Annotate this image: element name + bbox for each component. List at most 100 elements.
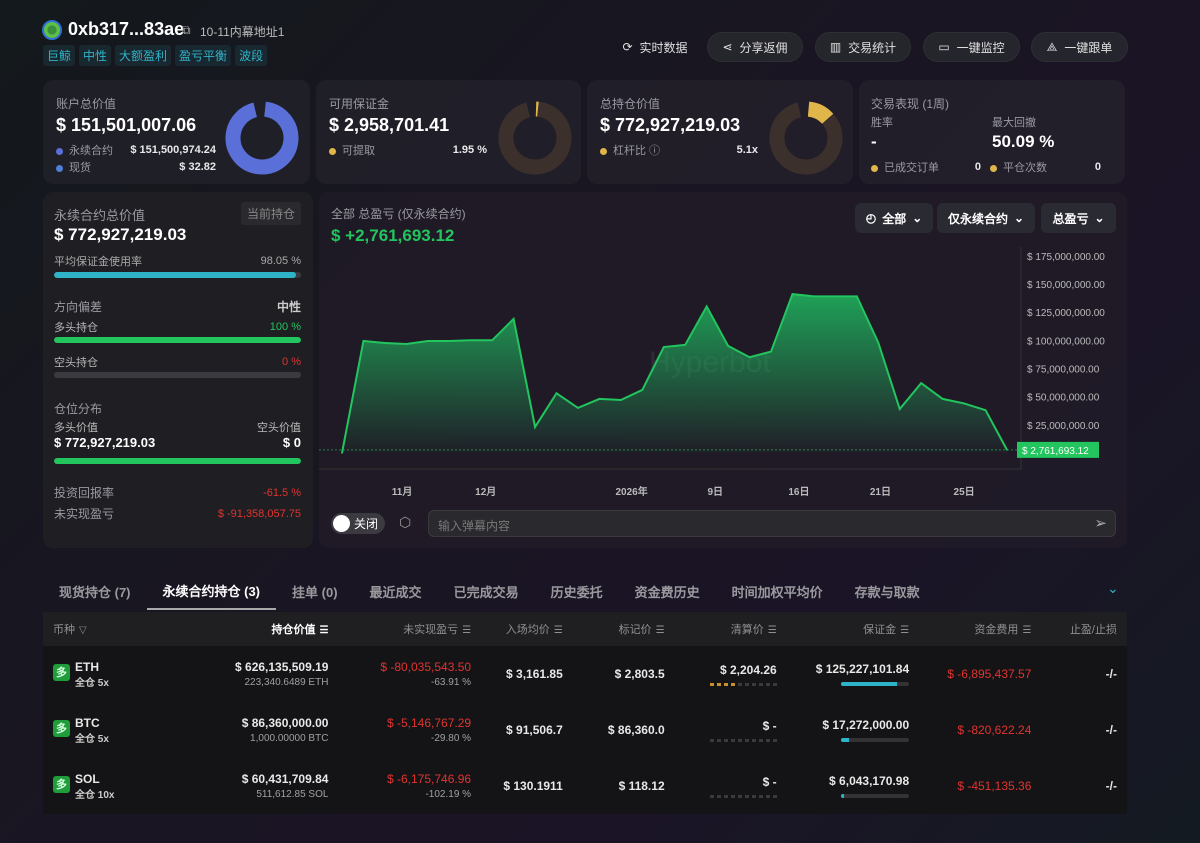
data-point <box>813 295 815 298</box>
x-tick-label: 11月 <box>392 486 413 498</box>
realtime-data-button[interactable]: ⟳ 实时数据 <box>612 32 698 62</box>
monitor-icon: ▭ <box>938 40 950 54</box>
tab-5[interactable]: 历史委托 <box>535 572 619 610</box>
coin-symbol[interactable]: SOL <box>75 772 114 786</box>
toggle-knob <box>333 515 350 532</box>
max-drawdown-value: 50.09 % <box>992 132 1055 151</box>
copy-icon[interactable]: ⧉ <box>182 23 191 38</box>
short-value-label: 空头价值 <box>257 422 301 434</box>
tab-8[interactable]: 存款与取款 <box>839 572 936 610</box>
tab-4[interactable]: 已完成交易 <box>438 572 535 610</box>
column-header[interactable]: 止盈/止损 <box>1041 612 1127 646</box>
monitor-button[interactable]: ▭ 一键监控 <box>923 32 1020 62</box>
donut-segment-perp <box>225 101 299 175</box>
column-header[interactable]: 清算价 ☰ <box>675 612 787 646</box>
filled-orders-label: 已成交订单 <box>884 162 939 174</box>
table-row[interactable]: 多 BTC 全仓 5x $ 86,360,000.00 1,000.00000 BTC… <box>43 702 1127 758</box>
withdrawable-pct: 1.95 % <box>452 144 487 156</box>
column-header[interactable]: 未实现盈亏 ☰ <box>338 612 481 646</box>
short-position-bar <box>54 372 301 378</box>
tab-6[interactable]: 资金费历史 <box>619 572 716 610</box>
liquidation-price: $ - <box>762 718 777 733</box>
chart-icon: ▥ <box>829 40 842 54</box>
tab-3[interactable]: 最近成交 <box>354 572 438 610</box>
sort-icon[interactable]: ☰ <box>319 625 328 636</box>
pnl-area <box>342 294 1007 453</box>
column-header[interactable]: 持仓价值 ☰ <box>216 612 338 646</box>
funding-fee: $ -820,622.24 <box>957 723 1032 737</box>
send-icon[interactable]: ➢ <box>1094 514 1107 532</box>
data-point <box>341 452 343 454</box>
tag[interactable]: 波段 <box>235 45 268 66</box>
long-position-label: 多头持仓 <box>54 322 98 334</box>
closed-count-value: 0 <box>1094 161 1101 173</box>
refresh-icon: ⟳ <box>622 40 633 54</box>
card-title: 可用保证金 <box>329 97 390 111</box>
winrate-label: 胜率 <box>871 117 893 129</box>
data-point <box>512 318 515 320</box>
account-donut-chart <box>225 101 299 175</box>
settings-icon[interactable]: ⬡ <box>399 514 411 531</box>
tag[interactable]: 大额盈利 <box>115 45 172 66</box>
spot-value: $ 32.82 <box>179 161 216 173</box>
column-header[interactable]: 保证金 ☰ <box>787 612 919 646</box>
tp-sl[interactable]: -/- <box>1041 702 1127 758</box>
sort-icon[interactable]: ☰ <box>554 625 563 636</box>
tab-0[interactable]: 现货持仓 (7) <box>43 572 147 610</box>
column-header[interactable]: 资金费用 ☰ <box>919 612 1041 646</box>
column-header-label: 标记价 <box>618 624 652 636</box>
table-row[interactable]: 多 ETH 全仓 5x $ 626,135,509.19 223,340.6489 E… <box>43 646 1127 702</box>
current-position-badge[interactable]: 当前持仓 <box>240 202 301 225</box>
sort-icon[interactable]: ☰ <box>462 625 471 636</box>
tag[interactable]: 巨鲸 <box>43 45 76 66</box>
entry-price: $ 130.1911 <box>503 779 563 793</box>
tp-sl[interactable]: -/- <box>1041 646 1127 702</box>
collapse-chevron-icon[interactable]: ⌄ <box>1107 580 1119 597</box>
long-position-pct: 100 % <box>269 321 301 333</box>
share-label: 分享返佣 <box>739 40 788 55</box>
data-point <box>770 350 772 353</box>
data-point <box>834 295 837 298</box>
sort-icon[interactable]: ☰ <box>768 625 777 636</box>
coin-symbol[interactable]: BTC <box>75 716 109 730</box>
share-rebate-button[interactable]: ⋖ 分享返佣 <box>707 32 803 62</box>
data-point <box>491 339 493 342</box>
column-header[interactable]: 入场均价 ☰ <box>481 612 573 646</box>
tab-2[interactable]: 挂单 (0) <box>276 572 354 610</box>
monitor-label: 一键监控 <box>956 40 1005 55</box>
card-title: 账户总价值 <box>56 97 117 111</box>
tp-sl[interactable]: -/- <box>1041 758 1127 814</box>
trade-stats-button[interactable]: ▥ 交易统计 <box>815 32 911 62</box>
position-size: 1,000.00000 BTC <box>250 733 329 744</box>
sort-icon[interactable]: ☰ <box>900 625 909 636</box>
funding-fee: $ -451,135.36 <box>957 779 1032 793</box>
table-row[interactable]: 多 SOL 全仓 10x $ 60,431,709.84 511,612.85 SOL… <box>43 758 1127 814</box>
sort-icon[interactable]: ☰ <box>656 625 665 636</box>
tab-7[interactable]: 时间加权平均价 <box>716 572 839 610</box>
help-icon[interactable]: ⓘ <box>649 145 660 157</box>
roi-label: 投资回报率 <box>54 486 115 500</box>
panel-title: 永续合约总价值 <box>54 208 146 223</box>
perp-summary-panel: 永续合约总价值 当前持仓 $ 772,927,219.03 平均保证金使用率 98… <box>43 192 313 548</box>
data-point <box>662 346 665 348</box>
tag[interactable]: 中性 <box>79 45 112 66</box>
x-tick-label: 12月 <box>475 486 496 498</box>
tag[interactable]: 盈亏平衡 <box>175 45 232 66</box>
liquidation-risk-meter <box>685 794 777 798</box>
coin-symbol[interactable]: ETH <box>75 660 109 674</box>
tab-1[interactable]: 永续合约持仓 (3) <box>146 572 277 610</box>
data-point <box>791 293 794 295</box>
column-header[interactable]: 币种 ▽ <box>43 612 216 646</box>
filter-icon[interactable]: ▽ <box>79 625 87 636</box>
short-position-label: 空头持仓 <box>54 357 98 369</box>
danmaku-input[interactable]: 输入弹幕内容 ➢ <box>428 510 1116 537</box>
margin-mode: 全仓 10x <box>75 789 115 801</box>
danmaku-toggle[interactable]: 关闭 <box>331 513 385 534</box>
column-header[interactable]: 标记价 ☰ <box>573 612 675 646</box>
sort-icon[interactable]: ☰ <box>1022 625 1031 636</box>
copy-trade-button[interactable]: ⟁ 一键跟单 <box>1031 32 1128 62</box>
trade-performance-card: 交易表现 (1周) 胜率 - 最大回撤 50.09 % 已成交订单 0 平仓次数 0 <box>859 80 1125 184</box>
margin-mode: 全仓 5x <box>75 677 109 689</box>
funding-fee: $ -6,895,437.57 <box>947 667 1032 681</box>
upnl-value: $ -91,358,057.75 <box>217 507 301 520</box>
